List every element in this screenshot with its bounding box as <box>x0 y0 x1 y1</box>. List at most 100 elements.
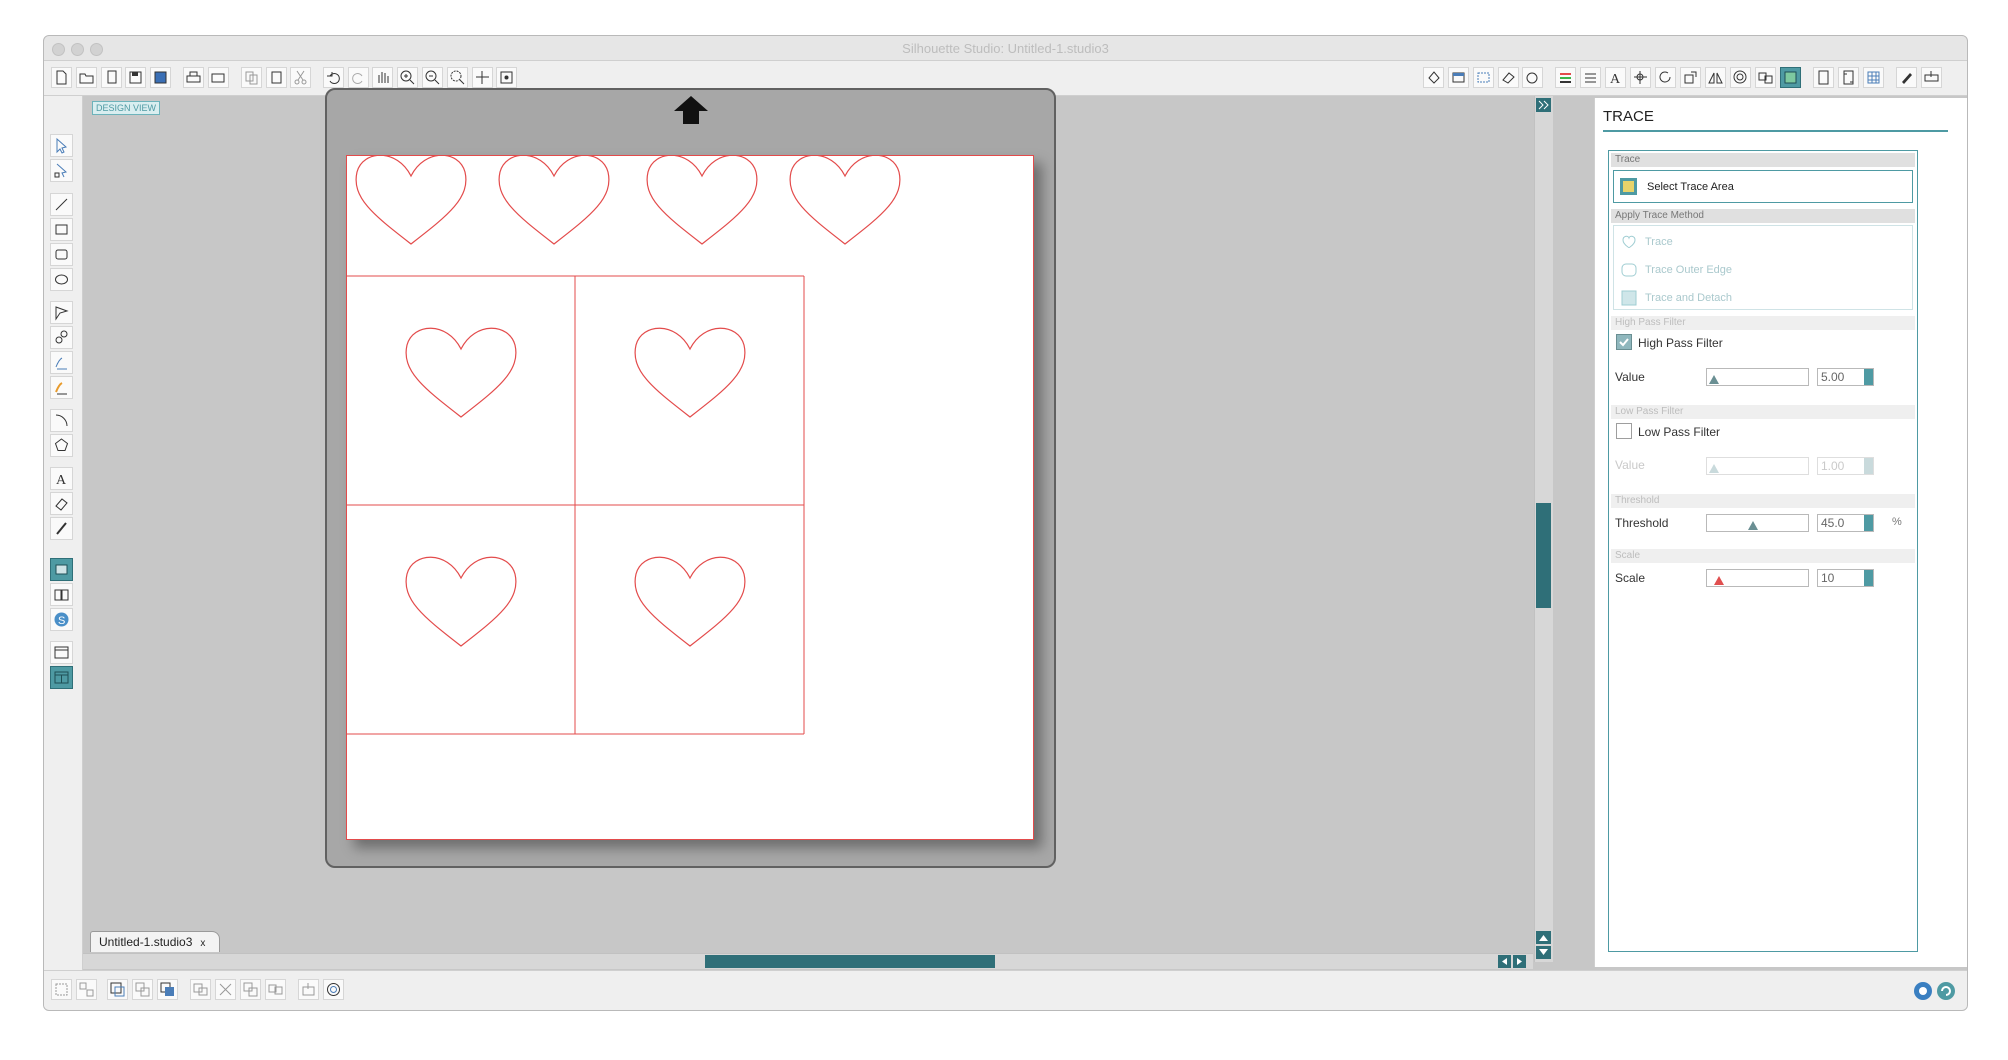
arc-tool-icon[interactable] <box>50 409 73 432</box>
heart-shape[interactable] <box>646 156 758 245</box>
heart-shape[interactable] <box>789 156 901 245</box>
pan-hand-icon[interactable] <box>372 67 393 88</box>
cut-scissors-icon[interactable] <box>290 67 311 88</box>
scroll-down-icon[interactable] <box>1536 946 1551 959</box>
high-pass-value-input[interactable]: 5.00 <box>1817 368 1874 386</box>
eraser-tool-icon[interactable] <box>50 492 73 515</box>
scroll-up-icon[interactable] <box>1536 931 1551 944</box>
text-tool-icon[interactable]: A <box>50 467 73 490</box>
make-compound-path-icon[interactable] <box>107 979 128 1000</box>
trace-icon[interactable] <box>1780 67 1801 88</box>
low-pass-value-slider[interactable] <box>1706 457 1809 475</box>
heart-shape[interactable] <box>634 327 746 418</box>
freehand-tool-icon[interactable] <box>50 351 73 374</box>
scale-input[interactable]: 10 <box>1817 569 1874 587</box>
release-icon[interactable] <box>298 979 319 1000</box>
print-icon[interactable] <box>183 67 204 88</box>
ellipse-tool-icon[interactable] <box>50 268 73 291</box>
rotate-icon[interactable] <box>1655 67 1676 88</box>
rounded-rectangle-tool-icon[interactable] <box>50 243 73 266</box>
close-tab-icon[interactable]: x <box>200 938 205 949</box>
horizontal-scroll-thumb[interactable] <box>705 955 995 968</box>
heart-shape[interactable] <box>405 327 517 418</box>
high-pass-value-slider[interactable] <box>1706 368 1809 386</box>
design-view-icon[interactable] <box>50 558 73 581</box>
smooth-freehand-tool-icon[interactable] <box>50 376 73 399</box>
heart-shape[interactable] <box>498 156 610 245</box>
paste-icon[interactable] <box>266 67 287 88</box>
scale-slider[interactable] <box>1706 569 1809 587</box>
slider-knob[interactable] <box>1708 464 1719 473</box>
zoom-drag-icon[interactable] <box>472 67 493 88</box>
registration-target-icon[interactable] <box>323 979 344 1000</box>
fill-gradient-icon[interactable] <box>1448 67 1469 88</box>
value-stepper[interactable] <box>1864 570 1873 586</box>
rectangle-tool-icon[interactable] <box>50 218 73 241</box>
split-view-icon[interactable] <box>50 666 73 689</box>
low-pass-value-input[interactable]: 1.00 <box>1817 457 1874 475</box>
save-to-library-icon[interactable] <box>150 67 171 88</box>
line-style-icon[interactable] <box>1522 67 1543 88</box>
value-stepper[interactable] <box>1864 458 1873 474</box>
low-pass-filter-checkbox[interactable] <box>1616 423 1632 439</box>
duplicate-right-icon[interactable] <box>265 979 286 1000</box>
mirror-icon[interactable] <box>1705 67 1726 88</box>
delete-icon[interactable] <box>215 979 236 1000</box>
horizontal-scrollbar[interactable] <box>83 953 1533 969</box>
fit-to-page-icon[interactable] <box>496 67 517 88</box>
collapse-panel-icon[interactable] <box>1536 98 1551 112</box>
open-library-icon[interactable] <box>101 67 122 88</box>
slider-knob[interactable] <box>1714 576 1725 585</box>
edit-points-icon[interactable] <box>50 159 73 182</box>
heart-shape[interactable] <box>405 556 517 647</box>
page-setup-icon[interactable] <box>1813 67 1834 88</box>
help-icon[interactable] <box>1935 980 1957 1002</box>
design-canvas[interactable] <box>347 156 1033 839</box>
slider-knob[interactable] <box>1708 375 1719 384</box>
trace-outer-edge-button[interactable]: Trace Outer Edge <box>1614 258 1912 282</box>
scale-icon[interactable] <box>1680 67 1701 88</box>
offset-icon[interactable] <box>1730 67 1751 88</box>
scroll-left-icon[interactable] <box>1498 955 1511 968</box>
select-trace-area-button[interactable]: Select Trace Area <box>1613 170 1913 203</box>
grid-settings-icon[interactable] <box>1863 67 1884 88</box>
redo-icon[interactable] <box>348 67 369 88</box>
polygon-tool-icon[interactable] <box>50 301 73 324</box>
online-store-icon[interactable]: S <box>50 608 73 631</box>
registration-marks-icon[interactable] <box>1838 67 1859 88</box>
single-page-view-icon[interactable] <box>50 641 73 664</box>
library-icon[interactable] <box>50 583 73 606</box>
settings-gear-icon[interactable] <box>1912 980 1934 1002</box>
knife-tool-icon[interactable] <box>50 517 73 540</box>
trace-and-detach-button[interactable]: Trace and Detach <box>1614 286 1912 310</box>
weld-icon[interactable] <box>190 979 211 1000</box>
select-arrow-icon[interactable] <box>50 134 73 157</box>
regular-polygon-tool-icon[interactable] <box>50 434 73 457</box>
document-tab[interactable]: Untitled-1.studio3 x <box>90 931 221 952</box>
scroll-right-icon[interactable] <box>1513 955 1526 968</box>
threshold-input[interactable]: 45.0 <box>1817 514 1874 532</box>
line-weight-icon[interactable] <box>1580 67 1601 88</box>
duplicate-icon[interactable] <box>240 979 261 1000</box>
cut-settings-icon[interactable] <box>1896 67 1917 88</box>
trace-button[interactable]: Trace <box>1614 230 1912 254</box>
line-color-icon[interactable] <box>1498 67 1519 88</box>
threshold-slider[interactable] <box>1706 514 1809 532</box>
value-stepper[interactable] <box>1864 369 1873 385</box>
group-icon[interactable] <box>51 979 72 1000</box>
arrange-front-icon[interactable] <box>157 979 178 1000</box>
copy-icon[interactable] <box>241 67 262 88</box>
transform-icon[interactable] <box>1630 67 1651 88</box>
new-document-icon[interactable] <box>51 67 72 88</box>
text-style-icon[interactable]: A <box>1605 67 1626 88</box>
zoom-in-icon[interactable] <box>397 67 418 88</box>
fill-color-icon[interactable] <box>1423 67 1444 88</box>
heart-shape[interactable] <box>355 156 467 245</box>
high-pass-filter-checkbox[interactable] <box>1616 334 1632 350</box>
open-folder-icon[interactable] <box>76 67 97 88</box>
undo-icon[interactable] <box>323 67 344 88</box>
zoom-out-icon[interactable] <box>422 67 443 88</box>
zoom-select-icon[interactable] <box>447 67 468 88</box>
save-icon[interactable] <box>125 67 146 88</box>
line-color-bars-icon[interactable] <box>1555 67 1576 88</box>
